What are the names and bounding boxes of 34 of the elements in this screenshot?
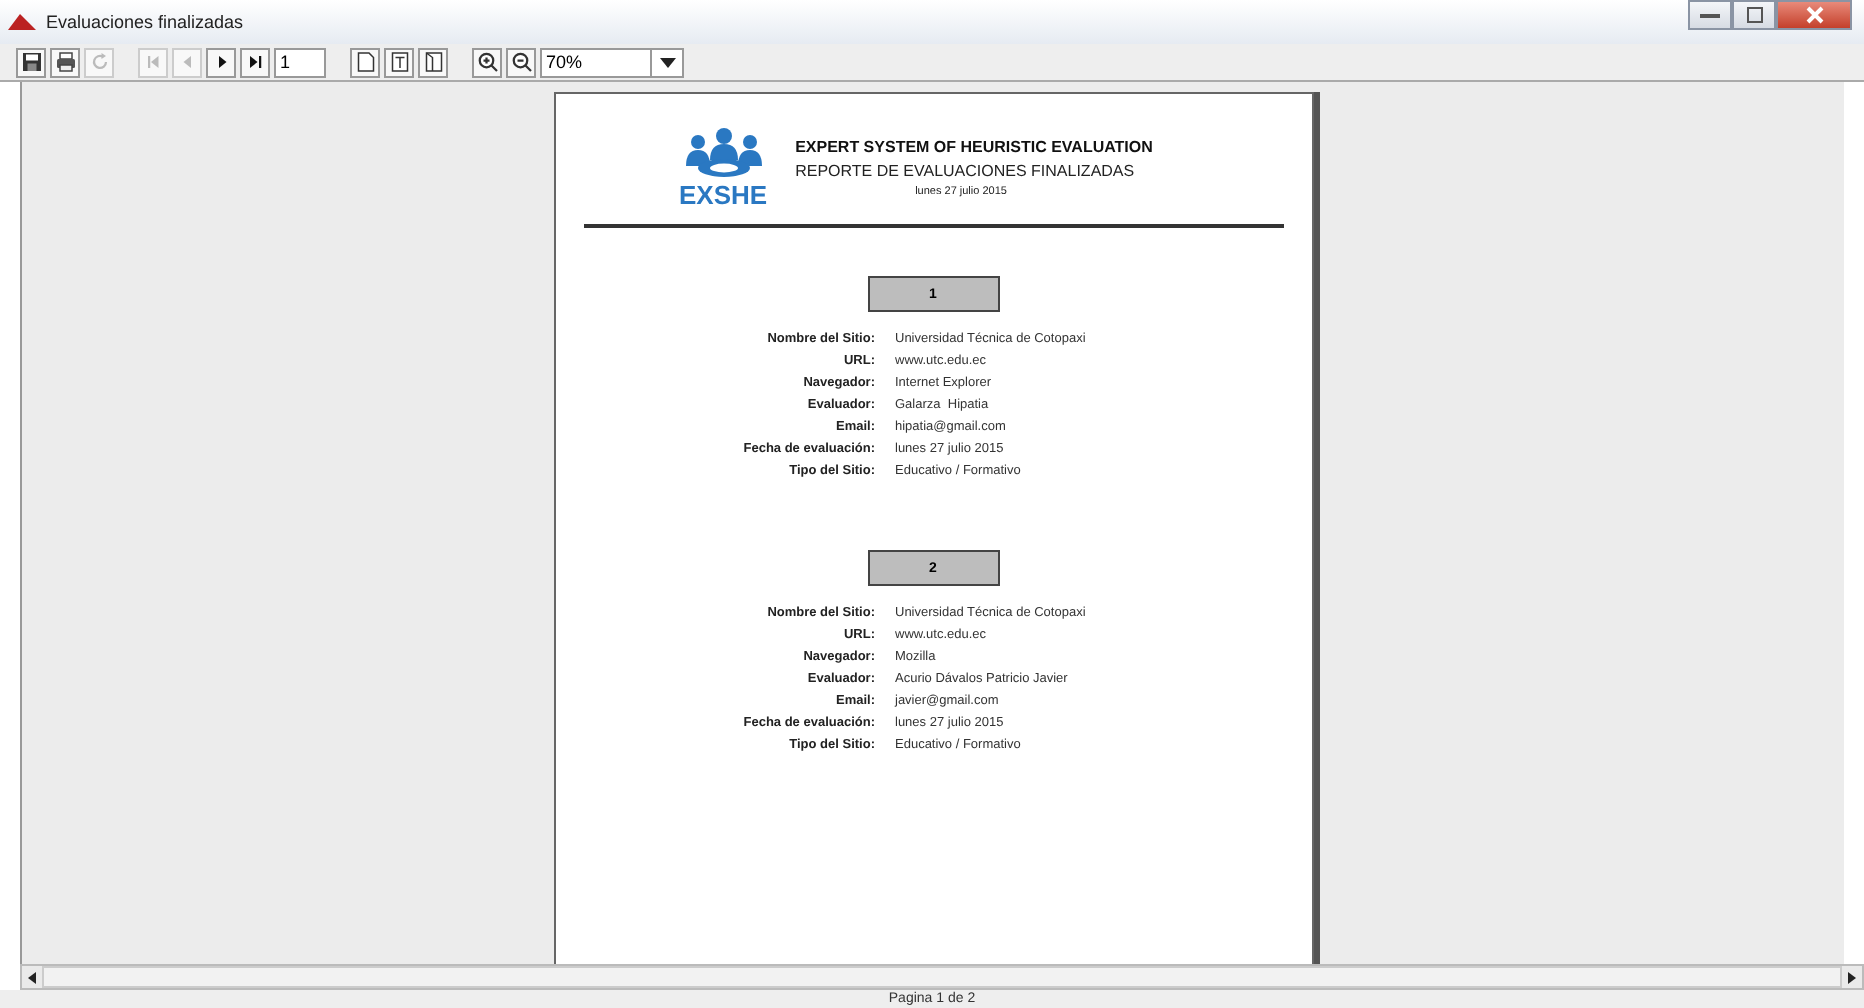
horizontal-scrollbar[interactable] [20, 964, 1864, 990]
close-button[interactable] [1776, 0, 1852, 30]
fit-page-icon [421, 50, 445, 74]
toolbar-button[interactable] [506, 47, 536, 77]
toolbar-button[interactable] [50, 47, 80, 77]
window-title: Evaluaciones finalizadas [46, 12, 246, 32]
toolbar-button[interactable] [350, 47, 380, 77]
zoom-field[interactable]: 70% [540, 47, 652, 77]
toolbar-button[interactable] [16, 47, 46, 77]
report-title: EXPERT SYSTEM OF HEURISTIC EVALUATION [795, 138, 1153, 156]
people-logo-icon [681, 126, 766, 178]
fit-width-icon [387, 50, 411, 74]
maximize-icon [1745, 6, 1763, 24]
toolbar-button[interactable] [206, 47, 236, 77]
close-icon [1805, 6, 1823, 24]
logo-text: EXSHE [679, 180, 768, 210]
toolbar-button[interactable] [240, 47, 270, 77]
zoom-in-icon [475, 50, 499, 74]
toolbar-button[interactable] [472, 47, 502, 77]
save-icon [19, 50, 43, 74]
maximize-button[interactable] [1732, 0, 1776, 30]
caret-icon [659, 57, 675, 67]
print-icon [53, 50, 77, 74]
toolbar-button[interactable] [418, 47, 448, 77]
page-icon [353, 50, 377, 74]
minimize-button[interactable] [1688, 0, 1732, 30]
page-number-field[interactable]: 1 [274, 47, 326, 77]
toolbar-button[interactable] [384, 47, 414, 77]
dropdown-button[interactable] [652, 47, 684, 77]
report-subtitle: REPORTE DE EVALUACIONES FINALIZADAS [795, 162, 1137, 180]
app-icon [8, 14, 36, 30]
zoom-out-icon [509, 50, 533, 74]
reload-icon [87, 50, 111, 74]
minimize-icon [1700, 11, 1720, 19]
